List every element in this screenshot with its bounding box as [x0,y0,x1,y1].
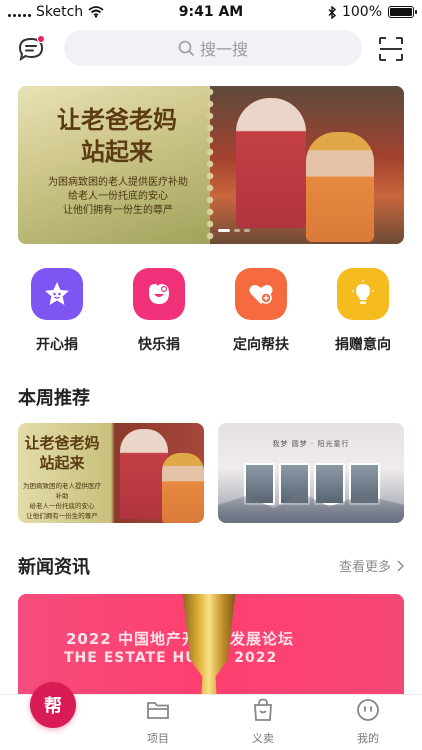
scan-button[interactable] [376,34,406,64]
carousel-dot [218,229,230,232]
news-headline: 2022 中国地产开发者发展论坛 [66,630,294,648]
elderly-woman-photo [236,98,306,228]
recommend-card-subtitle: 为困病致困的老人提供医疗补助 给老人一份托底的安心 让他们拥有一份生的尊严 [20,481,104,521]
category-happy-donate[interactable]: 开心捐 [12,268,102,354]
category-label: 捐赠意向 [335,337,391,353]
view-more-link[interactable]: 查看更多 [339,556,404,575]
tab-label: 我的 [357,732,379,745]
card-title-line2: 站起来 [39,454,85,472]
elderly-woman-photo-2 [306,132,374,242]
home-bubble: 帮 [30,682,76,728]
message-button[interactable] [16,34,46,64]
news-section-title: 新闻资讯 [18,557,90,578]
carousel-dot [234,229,240,232]
status-bar: Sketch 9:41 AM 100% [0,0,422,24]
battery-fill [390,8,412,16]
view-more-label: 查看更多 [338,560,391,575]
search-icon [178,40,194,56]
banner-sub-line1: 为困病致困的老人提供医疗补助 [48,177,188,188]
unread-dot [37,35,45,43]
folder-icon [147,702,169,719]
elderly-woman-photo [120,429,168,519]
top-bar: 搜一搜 [0,28,422,70]
banner-sub-line2: 给老人一份托底的安心 [68,191,168,202]
smiley-icon [357,699,379,721]
banner-photo [204,86,404,244]
tab-bar: 帮 项目 义卖 我的 [0,682,422,750]
search-placeholder: 搜一搜 [199,40,248,59]
banner-title-line1: 让老爸老妈 [57,105,177,134]
chevron-right-icon [397,560,404,571]
recommend-card-caption: 我梦 圆梦 · 阳光童行 [272,440,350,448]
card-sub-line1: 为困病致困的老人提供医疗补助 [23,482,101,500]
banner-title: 让老爸老妈 站起来 [28,104,206,168]
banner-carousel[interactable]: 让老爸老妈 站起来 为困病致困的老人提供医疗补助 给老人一份托底的安心 让他们拥… [18,86,404,244]
category-label: 定向帮扶 [233,337,289,353]
category-row: 开心捐 快乐捐 定向帮扶 捐赠意向 [0,268,422,358]
tab-charity-sale[interactable]: 义卖 [228,696,298,746]
tab-label: 项目 [147,732,169,745]
battery-label: 100% [341,4,382,20]
search-input[interactable]: 搜一搜 [64,30,362,66]
category-donation-intent[interactable]: 捐赠意向 [318,268,408,354]
lightbulb-icon [337,268,389,320]
news-card[interactable]: 2022 中国地产开发者发展论坛 THE ESTATE HU O / 2022 [18,594,404,704]
category-joy-donate[interactable]: 快乐捐 [114,268,204,354]
card-sub-line3: 让他们拥有一份生的尊严 [26,512,98,520]
recommend-card-title: 让老爸老妈 站起来 [22,433,102,473]
banner-title-line2: 站起来 [81,137,153,166]
shopping-bag-icon [254,698,272,721]
battery-area: 100% [328,4,417,20]
tab-label: 义卖 [252,732,274,745]
scan-icon [379,37,403,61]
tab-mine[interactable]: 我的 [333,696,403,746]
recommend-card[interactable]: 我梦 圆梦 · 阳光童行 [218,423,404,523]
tab-projects[interactable]: 项目 [123,696,193,746]
carousel-dot [244,229,250,232]
category-targeted-help[interactable]: 定向帮扶 [216,268,306,354]
home-tab-label: 帮 [44,696,62,717]
carousel-indicator [218,229,250,232]
heart-plus-icon [235,268,287,320]
recommend-card[interactable]: 让老爸老妈 站起来 为困病致困的老人提供医疗补助 给老人一份托底的安心 让他们拥… [18,423,204,523]
card-sub-line2: 给老人一份托底的安心 [29,502,95,510]
card-title-line1: 让老爸老妈 [24,434,100,452]
category-label: 开心捐 [36,337,78,353]
smile-face-icon [133,268,185,320]
tab-home[interactable]: 帮 [18,682,88,746]
banner-sub-line3: 让他们拥有一份生的尊严 [63,205,173,216]
elderly-woman-photo-2 [162,453,204,523]
category-label: 快乐捐 [138,337,180,353]
star-face-icon [31,268,83,320]
battery-icon [388,6,417,18]
weekly-section-title: 本周推荐 [18,388,90,409]
bluetooth-icon [328,5,336,19]
news-headline-en: THE ESTATE HU O / 2022 [64,650,278,666]
trophy-image [182,594,236,704]
banner-subtitle: 为困病致困的老人提供医疗补助 给老人一份托底的安心 让他们拥有一份生的尊严 [28,176,208,218]
